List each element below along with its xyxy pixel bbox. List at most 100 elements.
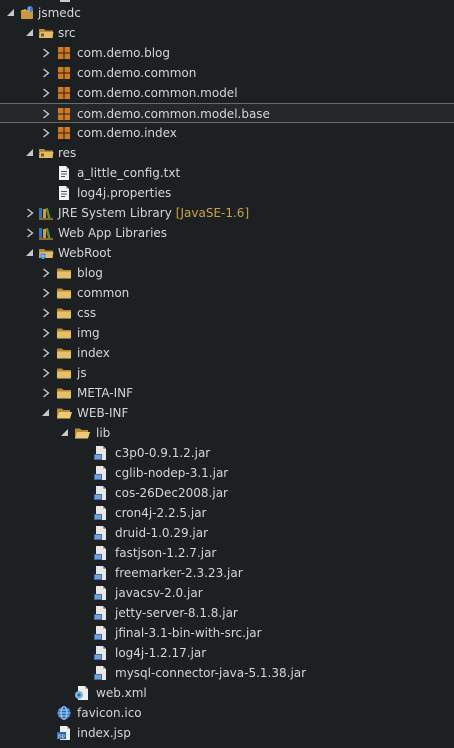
tree-item-jar-freemarker[interactable]: freemarker-2.3.23.jar (0, 563, 454, 583)
chevron-right-icon (43, 308, 50, 318)
jar-icon (93, 485, 109, 501)
expand-arrow-icon[interactable] (25, 228, 35, 238)
folder-icon (56, 365, 72, 381)
expand-arrow-icon[interactable] (41, 268, 51, 278)
package-icon (56, 106, 72, 122)
tree-item-label: c3p0-0.9.1.2.jar (115, 446, 211, 460)
package-icon (56, 45, 72, 61)
collapse-arrow-icon[interactable] (25, 28, 35, 38)
tree-item-config-txt[interactable]: a_little_config.txt (0, 163, 454, 183)
expand-arrow-icon[interactable] (41, 328, 51, 338)
svg-text:J: J (27, 7, 29, 13)
tree-item-src[interactable]: src (0, 23, 454, 43)
expand-arrow-icon[interactable] (41, 288, 51, 298)
tree-item-log4j-properties[interactable]: log4j.properties (0, 183, 454, 203)
folder-icon (56, 385, 72, 401)
tree-item-label: jsmedc (38, 6, 81, 20)
tree-item-index-jsp[interactable]: jsp index.jsp (0, 723, 454, 743)
expand-arrow-icon[interactable] (41, 388, 51, 398)
globe-icon (56, 705, 72, 721)
tree-item-jar-cron4j[interactable]: cron4j-2.2.5.jar (0, 503, 454, 523)
chevron-expanded-icon (7, 9, 14, 16)
tree-item-label: common (77, 286, 130, 300)
tree-item-label: WEB-INF (77, 406, 129, 420)
expand-arrow-icon[interactable] (41, 308, 51, 318)
tree-item-lib[interactable]: lib (0, 423, 454, 443)
chevron-right-icon (43, 128, 50, 138)
tree-item-jre-library[interactable]: JRE System Library [JavaSE-1.6] (0, 203, 454, 223)
expand-arrow-icon[interactable] (41, 88, 51, 98)
tree-item-label: jetty-server-8.1.8.jar (115, 606, 238, 620)
expand-arrow-icon[interactable] (41, 128, 51, 138)
tree-item-jsmedc[interactable]: Jjsmedc (0, 3, 454, 23)
tree-item-index[interactable]: index (0, 343, 454, 363)
tree-item-webroot[interactable]: WebRoot (0, 243, 454, 263)
tree-item-pkg-common-model-base[interactable]: com.demo.common.model.base (0, 103, 454, 123)
tree-item-web-inf[interactable]: WEB-INF (0, 403, 454, 423)
tree-item-pkg-common-model[interactable]: com.demo.common.model (0, 83, 454, 103)
tree-item-jar-javacsv[interactable]: javacsv-2.0.jar (0, 583, 454, 603)
tree-item-jar-c3p0[interactable]: c3p0-0.9.1.2.jar (0, 443, 454, 463)
folder-icon (56, 305, 72, 321)
folder-icon (56, 285, 72, 301)
tree-item-label: index.jsp (77, 726, 131, 740)
tree-item-label: log4j-1.2.17.jar (115, 646, 207, 660)
expand-arrow-icon[interactable] (41, 348, 51, 358)
tree-item-pkg-common[interactable]: com.demo.common (0, 63, 454, 83)
tree-item-label: fastjson-1.2.7.jar (115, 546, 217, 560)
folder-icon (56, 265, 72, 281)
tree-item-blog[interactable]: blog (0, 263, 454, 283)
tree-item-jar-mysql[interactable]: mysql-connector-java-5.1.38.jar (0, 663, 454, 683)
tree-item-res[interactable]: res (0, 143, 454, 163)
tree-item-jar-log4j[interactable]: log4j-1.2.17.jar (0, 643, 454, 663)
chevron-expanded-icon (26, 29, 33, 36)
tree-item-web-xml[interactable]: web.xml (0, 683, 454, 703)
folder-icon (56, 325, 72, 341)
tree-item-label: JRE System Library (58, 206, 172, 220)
tree-item-common[interactable]: common (0, 283, 454, 303)
tree-item-favicon[interactable]: favicon.ico (0, 703, 454, 723)
tree-item-label: druid-1.0.29.jar (115, 526, 209, 540)
collapse-arrow-icon[interactable] (41, 408, 51, 418)
tree-item-jar-druid[interactable]: druid-1.0.29.jar (0, 523, 454, 543)
expand-arrow-icon[interactable] (41, 48, 51, 58)
folder-icon (56, 345, 72, 361)
tree-item-jar-cos[interactable]: cos-26Dec2008.jar (0, 483, 454, 503)
tree-item-img[interactable]: img (0, 323, 454, 343)
expand-arrow-icon[interactable] (41, 368, 51, 378)
jar-icon (93, 605, 109, 621)
folder-open-icon (56, 405, 72, 421)
tree-item-js[interactable]: js (0, 363, 454, 383)
chevron-right-icon (43, 268, 50, 278)
tree-item-meta-inf[interactable]: META-INF (0, 383, 454, 403)
collapse-arrow-icon[interactable] (60, 428, 70, 438)
collapse-arrow-icon[interactable] (6, 8, 16, 18)
tree-item-label: web.xml (96, 686, 147, 700)
tree-item-jar-jetty[interactable]: jetty-server-8.1.8.jar (0, 603, 454, 623)
jar-icon (93, 565, 109, 581)
source-folder-icon (38, 25, 54, 41)
chevron-expanded-icon (26, 149, 33, 156)
tree-item-pkg-blog[interactable]: com.demo.blog (0, 43, 454, 63)
library-icon (38, 205, 54, 221)
tree-item-jar-fastjson[interactable]: fastjson-1.2.7.jar (0, 543, 454, 563)
collapse-arrow-icon[interactable] (25, 148, 35, 158)
tree-item-webapp-libraries[interactable]: Web App Libraries (0, 223, 454, 243)
tree-item-css[interactable]: css (0, 303, 454, 323)
expand-arrow-icon[interactable] (25, 208, 35, 218)
collapse-arrow-icon[interactable] (25, 248, 35, 258)
tree-item-pkg-index[interactable]: com.demo.index (0, 123, 454, 143)
expand-arrow-icon[interactable] (41, 109, 51, 119)
jar-icon (93, 645, 109, 661)
jar-icon (93, 625, 109, 641)
xml-file-icon (74, 685, 90, 701)
expand-arrow-icon[interactable] (41, 68, 51, 78)
project-icon: J (19, 5, 35, 21)
tree-item-jar-jfinal[interactable]: jfinal-3.1-bin-with-src.jar (0, 623, 454, 643)
tree-item-label: a_little_config.txt (77, 166, 181, 180)
jar-icon (93, 545, 109, 561)
tree-item-jar-cglib[interactable]: cglib-nodep-3.1.jar (0, 463, 454, 483)
chevron-right-icon (43, 109, 50, 119)
package-explorer-tree: Jjsmedc src com.demo.blog com.demo.common co… (0, 0, 454, 748)
svg-text:jsp: jsp (57, 734, 65, 740)
